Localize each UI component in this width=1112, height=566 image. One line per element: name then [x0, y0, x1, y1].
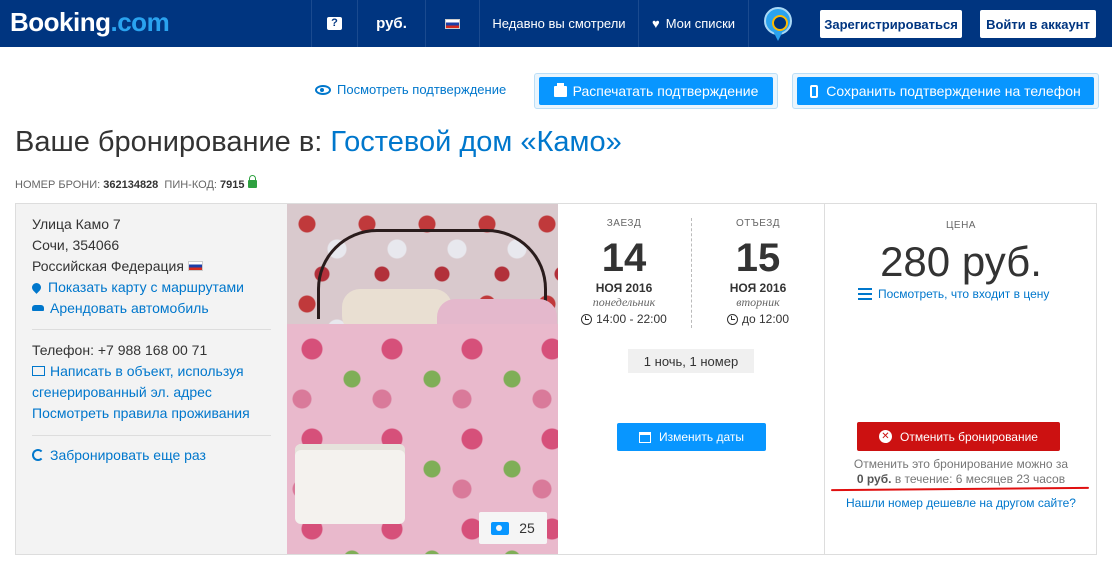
- price-label: ЦЕНА: [946, 220, 976, 231]
- page-title: Ваше бронирование в: Гостевой дом «Камо»: [15, 126, 622, 158]
- phone-icon: [810, 84, 819, 98]
- refresh-icon: [32, 449, 44, 461]
- booking-number: 362134828: [103, 179, 159, 191]
- photo-count-button[interactable]: 25: [479, 512, 547, 544]
- dates-panel: ЗАЕЗД 14 НОЯ 2016 понедельник 14:00 - 22…: [558, 204, 825, 554]
- address-country: Российская Федерация: [32, 258, 203, 274]
- change-dates-button[interactable]: Изменить даты: [617, 423, 766, 451]
- book-again-link[interactable]: Забронировать еще раз: [32, 447, 206, 463]
- property-photo[interactable]: 25: [287, 204, 558, 554]
- hotel-name-link[interactable]: Гостевой дом «Камо»: [330, 126, 621, 158]
- currency-selector[interactable]: руб.: [357, 0, 425, 47]
- cancellation-note: Отменить это бронирование можно за 0 руб…: [853, 457, 1069, 486]
- recently-viewed-link[interactable]: Недавно вы смотрели: [479, 0, 638, 47]
- price-value: 280 руб.: [880, 238, 1042, 285]
- found-cheaper-link[interactable]: Нашли номер дешевле на другом сайте?: [826, 496, 1096, 510]
- flag-ru-icon: [187, 261, 203, 271]
- address-city: Сочи, 354066: [32, 237, 120, 253]
- checkin-month: НОЯ 2016: [595, 281, 653, 295]
- list-icon: [858, 288, 872, 300]
- checkout-block: ОТЪЕЗД 15 НОЯ 2016 вторник до 12:00: [692, 218, 824, 326]
- register-button[interactable]: Зарегистрироваться: [820, 10, 962, 38]
- save-to-phone-button[interactable]: Сохранить подтверждение на телефон: [797, 77, 1094, 105]
- pin-code: 7915: [220, 179, 245, 191]
- checkin-weekday: понедельник: [592, 295, 656, 309]
- divider: [32, 329, 271, 330]
- view-confirmation-link[interactable]: Посмотреть подтверждение: [315, 82, 506, 97]
- rent-car-link[interactable]: Арендовать автомобиль: [32, 300, 209, 316]
- lock-icon: [247, 175, 257, 188]
- clock-icon: [726, 313, 738, 325]
- help-button[interactable]: ?: [311, 0, 357, 47]
- language-selector[interactable]: [425, 0, 479, 47]
- my-lists-link[interactable]: ♥ Мои списки: [638, 0, 748, 47]
- top-navigation-bar: Booking.com ? руб. Недавно вы смотрели ♥…: [0, 0, 1112, 47]
- checkin-block: ЗАЕЗД 14 НОЯ 2016 понедельник 14:00 - 22…: [558, 218, 690, 326]
- printer-icon: [553, 82, 567, 97]
- checkin-time: 14:00 - 22:00: [558, 312, 690, 326]
- checkout-label: ОТЪЕЗД: [735, 218, 781, 229]
- checkout-time: до 12:00: [692, 312, 824, 326]
- phone-number: Телефон: +7 988 168 00 71: [32, 342, 208, 358]
- booking-logo[interactable]: Booking.com: [10, 7, 170, 38]
- checkin-day: 14: [601, 236, 647, 280]
- red-annotation-underline: [830, 486, 1090, 492]
- car-icon: [32, 305, 44, 311]
- camera-icon: [491, 521, 510, 535]
- close-circle-icon: ✕: [879, 430, 892, 443]
- show-map-link[interactable]: Показать карту с маршрутами: [30, 279, 244, 295]
- checkout-month: НОЯ 2016: [729, 281, 787, 295]
- print-confirmation-button[interactable]: Распечатать подтверждение: [539, 77, 773, 105]
- eye-icon: [315, 84, 331, 95]
- genius-icon: [763, 6, 792, 41]
- map-pin-icon: [30, 280, 43, 294]
- address-panel: Улица Камо 7 Сочи, 354066 Российская Фед…: [16, 204, 287, 554]
- flag-ru-icon: [445, 18, 460, 29]
- checkin-label: ЗАЕЗД: [606, 218, 642, 229]
- genius-button[interactable]: [748, 0, 806, 47]
- calendar-icon: [639, 431, 651, 443]
- help-icon: ?: [327, 17, 342, 30]
- login-button[interactable]: Войти в аккаунт: [980, 10, 1096, 38]
- clock-icon: [581, 313, 593, 325]
- email-property-link[interactable]: Написать в объект, используя: [32, 363, 244, 379]
- booking-card: Улица Камо 7 Сочи, 354066 Российская Фед…: [15, 203, 1097, 555]
- price-details-link[interactable]: Посмотреть, что входит в цену: [858, 287, 1049, 301]
- nights-rooms-summary: 1 ночь, 1 номер: [628, 349, 754, 373]
- booking-meta: НОМЕР БРОНИ: 362134828 ПИН-КОД: 7915: [15, 175, 257, 191]
- price-panel: ЦЕНА 280 руб. Посмотреть, что входит в ц…: [826, 204, 1096, 554]
- divider: [32, 435, 271, 436]
- checkout-weekday: вторник: [736, 295, 780, 309]
- heart-icon: ♥: [651, 16, 660, 31]
- cancel-booking-button[interactable]: ✕ Отменить бронирование: [857, 422, 1060, 451]
- house-rules-link[interactable]: Посмотреть правила проживания: [32, 405, 250, 421]
- email-property-link-line2[interactable]: сгенерированный эл. адрес: [32, 384, 212, 400]
- checkout-day: 15: [735, 236, 781, 280]
- envelope-icon: [32, 366, 45, 376]
- address-street: Улица Камо 7: [32, 216, 121, 232]
